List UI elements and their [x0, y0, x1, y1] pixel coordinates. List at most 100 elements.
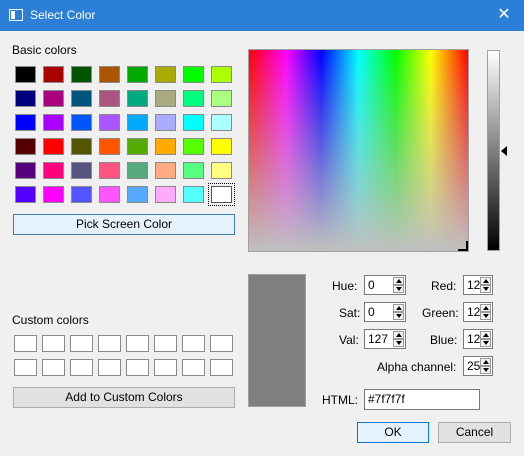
basic-color-swatch[interactable] — [43, 138, 64, 155]
sat-spinbox[interactable]: 0 — [364, 302, 406, 322]
basic-color-swatch[interactable] — [71, 138, 92, 155]
red-spinbox[interactable]: 127 — [463, 275, 493, 295]
basic-color-swatch[interactable] — [43, 186, 64, 203]
basic-color-swatch[interactable] — [43, 114, 64, 131]
val-value[interactable]: 127 — [368, 332, 388, 346]
custom-color-swatch[interactable] — [210, 335, 233, 352]
custom-color-swatch[interactable] — [42, 335, 65, 352]
cancel-button[interactable]: Cancel — [438, 422, 511, 443]
basic-color-swatch[interactable] — [15, 90, 36, 107]
basic-color-swatch[interactable] — [127, 186, 148, 203]
basic-color-swatch[interactable] — [43, 90, 64, 107]
ok-button[interactable]: OK — [357, 422, 429, 443]
basic-color-swatch[interactable] — [211, 138, 232, 155]
custom-color-swatch[interactable] — [14, 335, 37, 352]
basic-color-swatch[interactable] — [155, 66, 176, 83]
basic-color-swatch[interactable] — [15, 114, 36, 131]
basic-color-swatch[interactable] — [127, 66, 148, 83]
custom-color-swatch[interactable] — [42, 359, 65, 376]
basic-color-swatch[interactable] — [183, 90, 204, 107]
sat-up-icon[interactable] — [393, 304, 404, 312]
green-up-icon[interactable] — [480, 304, 491, 312]
title-bar: Select Color ✕ — [0, 0, 524, 31]
basic-color-swatch[interactable] — [127, 114, 148, 131]
basic-color-swatch[interactable] — [99, 66, 120, 83]
basic-color-swatch[interactable] — [211, 90, 232, 107]
blue-up-icon[interactable] — [480, 331, 491, 339]
basic-color-swatch[interactable] — [155, 162, 176, 179]
basic-color-swatch[interactable] — [183, 66, 204, 83]
hue-spinbox[interactable]: 0 — [364, 275, 406, 295]
basic-color-swatch[interactable] — [71, 162, 92, 179]
val-spinbox[interactable]: 127 — [364, 329, 406, 349]
custom-color-swatch[interactable] — [126, 359, 149, 376]
custom-color-swatch[interactable] — [126, 335, 149, 352]
basic-color-swatch[interactable] — [211, 162, 232, 179]
hue-up-icon[interactable] — [393, 277, 404, 285]
val-down-icon[interactable] — [393, 339, 404, 347]
hue-down-icon[interactable] — [393, 285, 404, 293]
custom-color-swatch[interactable] — [182, 359, 205, 376]
basic-color-swatch[interactable] — [127, 90, 148, 107]
basic-color-swatch[interactable] — [71, 90, 92, 107]
green-down-icon[interactable] — [480, 312, 491, 320]
luminance-arrow-icon[interactable] — [501, 146, 507, 156]
basic-color-swatch[interactable] — [43, 162, 64, 179]
green-spinbox[interactable]: 127 — [463, 302, 493, 322]
html-color-input[interactable]: #7f7f7f — [364, 389, 480, 410]
luminance-slider[interactable] — [487, 50, 500, 251]
basic-color-swatch[interactable] — [71, 114, 92, 131]
val-up-icon[interactable] — [393, 331, 404, 339]
html-label: HTML: — [322, 393, 358, 407]
custom-color-swatch[interactable] — [210, 359, 233, 376]
add-to-custom-colors-button[interactable]: Add to Custom Colors — [13, 387, 235, 408]
spectrum-crosshair-marker[interactable] — [458, 241, 468, 251]
basic-color-swatch[interactable] — [127, 162, 148, 179]
custom-color-swatch[interactable] — [154, 359, 177, 376]
basic-color-swatch[interactable] — [99, 90, 120, 107]
basic-color-swatch[interactable] — [99, 186, 120, 203]
basic-color-swatch[interactable] — [183, 114, 204, 131]
custom-color-swatch[interactable] — [98, 335, 121, 352]
basic-color-swatch[interactable] — [155, 138, 176, 155]
basic-color-swatch[interactable] — [211, 66, 232, 83]
basic-color-swatch[interactable] — [211, 114, 232, 131]
basic-color-swatch[interactable] — [155, 90, 176, 107]
custom-color-swatch[interactable] — [154, 335, 177, 352]
red-down-icon[interactable] — [480, 285, 491, 293]
pick-screen-color-button[interactable]: Pick Screen Color — [13, 214, 235, 235]
basic-color-swatch[interactable] — [183, 162, 204, 179]
blue-spinbox[interactable]: 127 — [463, 329, 493, 349]
alpha-down-icon[interactable] — [480, 366, 491, 374]
basic-color-swatch[interactable] — [208, 183, 235, 206]
basic-color-swatch[interactable] — [183, 138, 204, 155]
basic-color-swatch[interactable] — [71, 186, 92, 203]
hue-value[interactable]: 0 — [368, 278, 375, 292]
basic-color-swatch[interactable] — [15, 66, 36, 83]
basic-color-swatch[interactable] — [99, 138, 120, 155]
basic-color-swatch[interactable] — [127, 138, 148, 155]
sat-down-icon[interactable] — [393, 312, 404, 320]
close-icon[interactable]: ✕ — [492, 4, 516, 26]
custom-color-swatch[interactable] — [182, 335, 205, 352]
custom-color-swatch[interactable] — [70, 335, 93, 352]
basic-color-swatch[interactable] — [15, 186, 36, 203]
custom-color-swatch[interactable] — [98, 359, 121, 376]
basic-color-swatch[interactable] — [15, 162, 36, 179]
red-up-icon[interactable] — [480, 277, 491, 285]
basic-color-swatch[interactable] — [43, 66, 64, 83]
basic-color-swatch[interactable] — [99, 162, 120, 179]
sat-value[interactable]: 0 — [368, 305, 375, 319]
basic-color-swatch[interactable] — [99, 114, 120, 131]
basic-color-swatch[interactable] — [183, 186, 204, 203]
alpha-up-icon[interactable] — [480, 358, 491, 366]
color-spectrum[interactable] — [248, 49, 469, 252]
alpha-channel-spinbox[interactable]: 255 — [463, 356, 493, 376]
custom-color-swatch[interactable] — [70, 359, 93, 376]
basic-color-swatch[interactable] — [15, 138, 36, 155]
blue-down-icon[interactable] — [480, 339, 491, 347]
basic-color-swatch[interactable] — [155, 186, 176, 203]
basic-color-swatch[interactable] — [155, 114, 176, 131]
basic-color-swatch[interactable] — [71, 66, 92, 83]
custom-color-swatch[interactable] — [14, 359, 37, 376]
